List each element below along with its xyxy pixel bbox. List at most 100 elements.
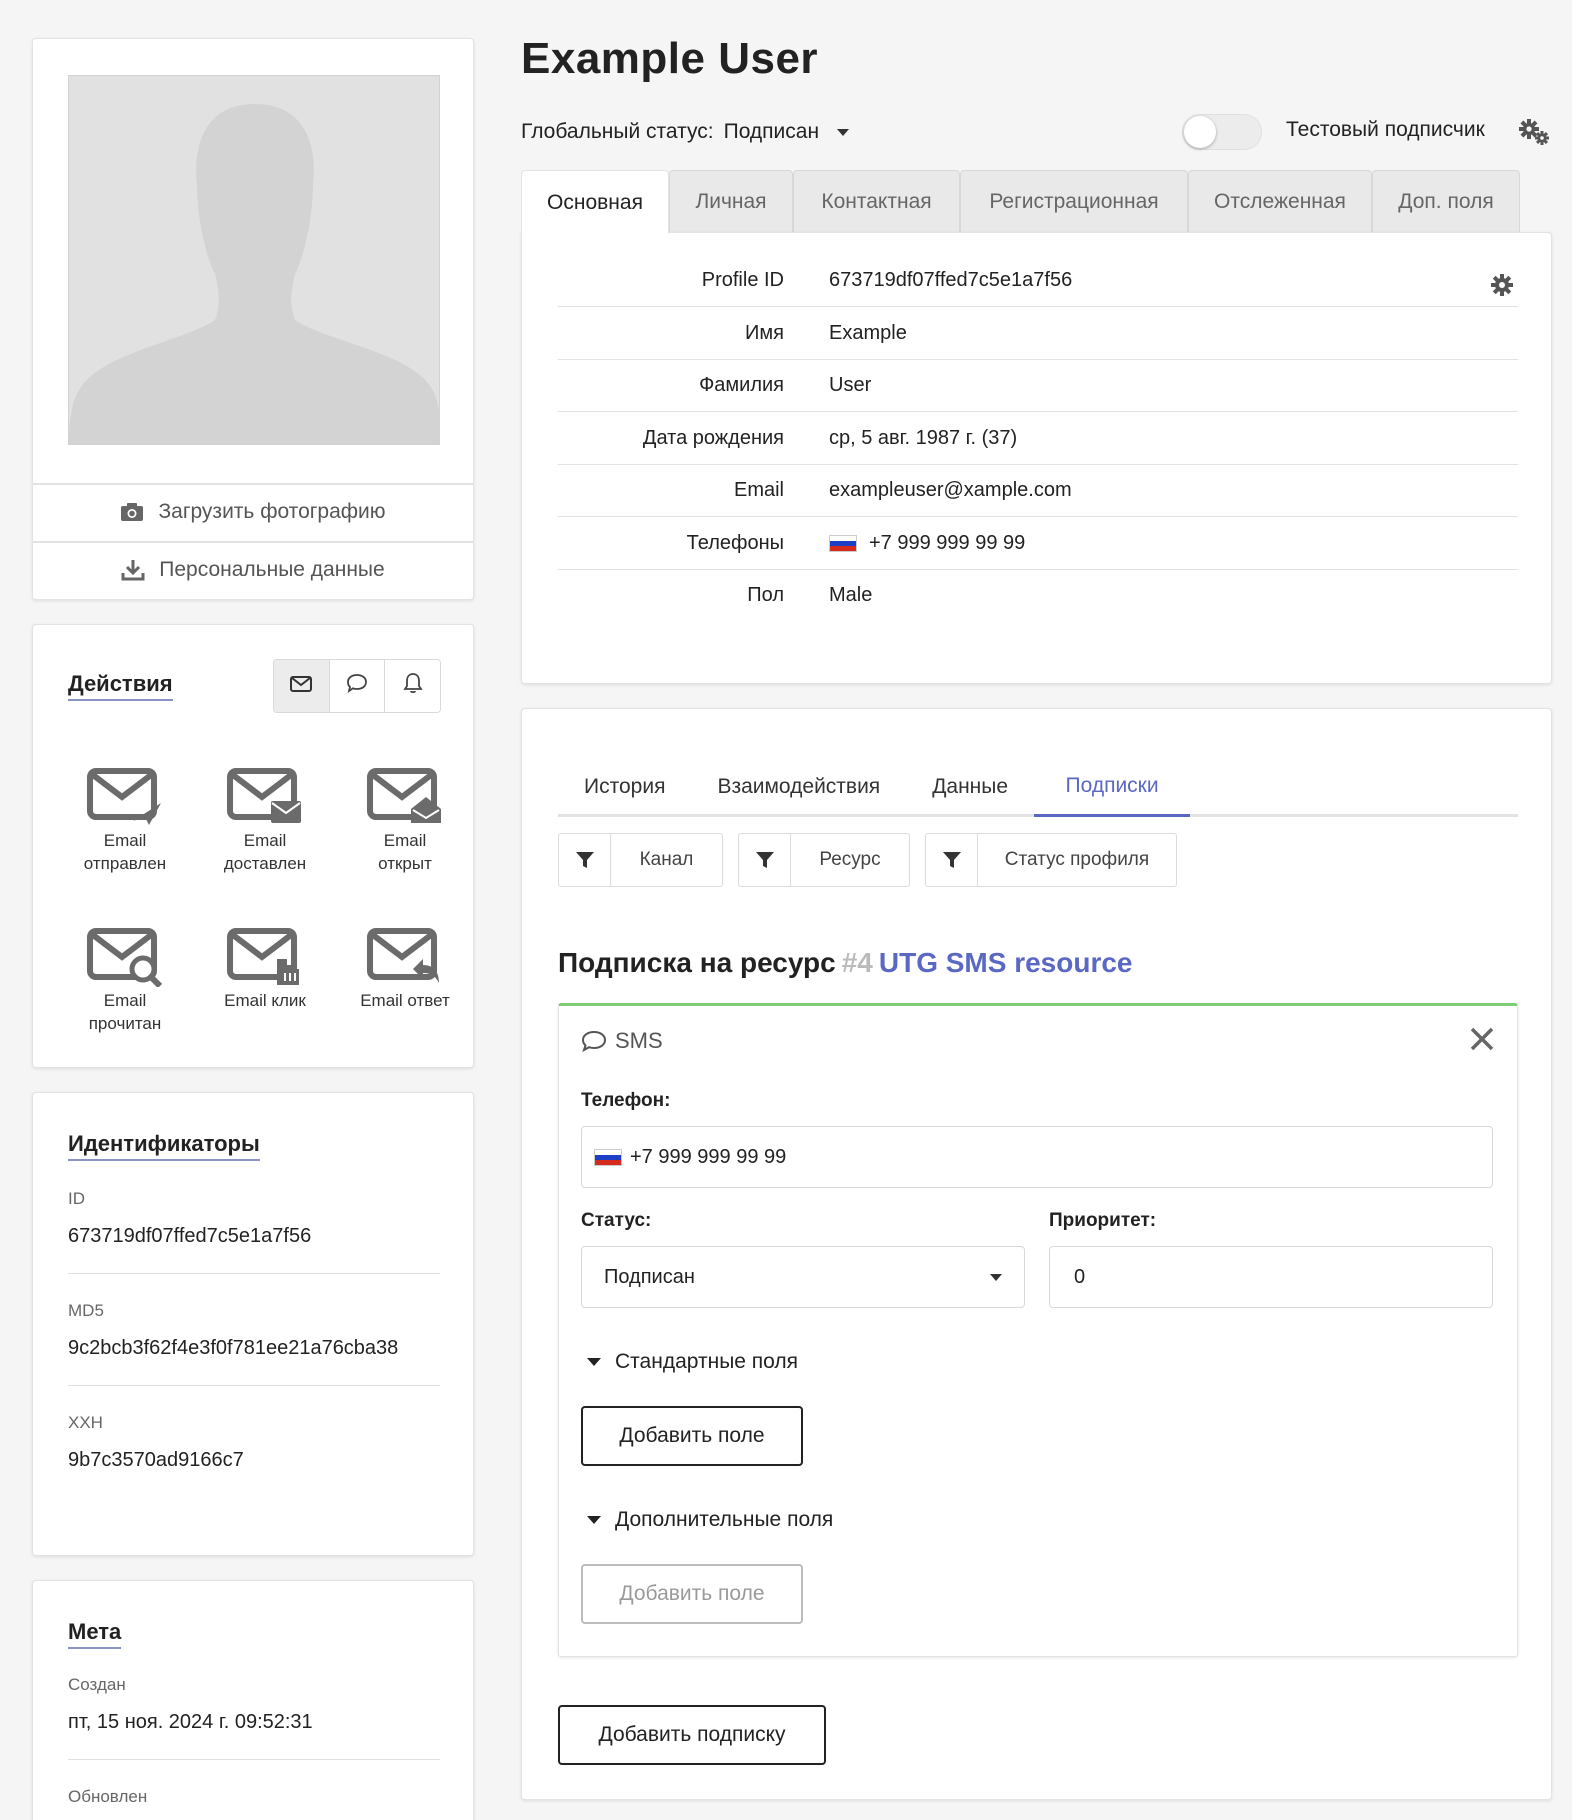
activity-card: История Взаимодействия Данные Подписки К… — [521, 708, 1552, 1800]
add-subscription-button[interactable]: Добавить подписку — [558, 1705, 826, 1765]
action-label-line1: Email — [103, 831, 147, 850]
action-label-line2: открыт — [378, 854, 432, 873]
tab-registration[interactable]: Регистрационная — [960, 170, 1188, 232]
close-icon[interactable] — [1467, 1024, 1497, 1054]
action-email-read[interactable]: Email прочитан — [55, 925, 195, 1035]
chevron-down-icon — [837, 128, 850, 136]
standard-fields-toggle[interactable]: Стандартные поля — [587, 1350, 798, 1374]
actions-channel-switch — [273, 659, 441, 713]
profile-row: Пол Male — [558, 570, 1518, 622]
tab-history[interactable]: История — [558, 757, 691, 817]
sms-subscription-panel: SMS Телефон: +7 999 999 99 99 Статус: По… — [558, 1003, 1518, 1657]
md5-label: MD5 — [68, 1301, 104, 1320]
activity-tabs: История Взаимодействия Данные Подписки — [558, 757, 1518, 817]
sms-panel-title: SMS — [581, 1028, 663, 1054]
field-label: Дата рождения — [642, 427, 784, 449]
priority-label: Приоритет: — [1049, 1210, 1157, 1231]
meta-card: Мета Создан пт, 15 ноя. 2024 г. 09:52:31… — [32, 1580, 474, 1820]
gears-icon[interactable] — [1518, 118, 1550, 152]
field-label: Пол — [747, 584, 784, 606]
download-icon — [121, 559, 145, 581]
filter-icon — [926, 834, 978, 886]
field-value: Example — [829, 322, 907, 344]
subscription-heading: Подписка на ресурс #4 UTG SMS resource — [558, 947, 1133, 979]
status-select-value: Подписан — [604, 1265, 695, 1288]
extra-fields-label: Дополнительные поля — [615, 1508, 834, 1531]
id-value: 673719df07ffed7c5e1a7f56 — [68, 1225, 312, 1247]
action-label-line1: Email — [103, 991, 147, 1010]
filter-label: Ресурс — [819, 849, 881, 870]
status-select[interactable]: Подписан — [581, 1246, 1025, 1308]
email-sent-icon — [87, 765, 163, 827]
id-label: ID — [68, 1189, 85, 1208]
action-label-line2: отправлен — [83, 854, 167, 873]
resource-filter[interactable]: Ресурс — [738, 833, 910, 887]
action-label-line1: Email ответ — [360, 991, 450, 1010]
divider — [68, 1273, 440, 1274]
field-label: Фамилия — [699, 374, 784, 396]
created-label: Создан — [68, 1675, 126, 1694]
tab-extra-fields[interactable]: Доп. поля — [1372, 170, 1520, 232]
add-standard-field-button[interactable]: Добавить поле — [581, 1406, 803, 1466]
global-status-value: Подписан — [723, 120, 820, 143]
action-email-reply[interactable]: Email ответ — [335, 925, 475, 1012]
created-value: пт, 15 ноя. 2024 г. 09:52:31 — [68, 1711, 313, 1733]
tab-personal[interactable]: Личная — [669, 170, 793, 232]
email-read-icon — [87, 925, 163, 989]
standard-fields-label: Стандартные поля — [615, 1350, 799, 1373]
push-channel-button[interactable] — [385, 660, 440, 712]
action-email-opened[interactable]: Email открыт — [335, 765, 475, 875]
tab-tracked[interactable]: Отслеженная — [1188, 170, 1372, 232]
caret-down-icon — [587, 1516, 601, 1524]
tab-interactions[interactable]: Взаимодействия — [691, 757, 906, 817]
action-email-delivered[interactable]: Email доставлен — [195, 765, 335, 875]
profile-row: Дата рождения ср, 5 авг. 1987 г. (37) — [558, 413, 1518, 465]
xxh-value: 9b7c3570ad9166c7 — [68, 1449, 244, 1471]
toggle-knob — [1184, 116, 1216, 148]
tab-subscriptions[interactable]: Подписки — [1034, 757, 1191, 817]
test-subscriber-toggle[interactable] — [1182, 114, 1262, 150]
email-delivered-icon — [227, 765, 303, 827]
field-value: +7 999 999 99 99 — [869, 532, 1026, 554]
action-label-line1: Email клик — [224, 991, 306, 1010]
phone-value: +7 999 999 99 99 — [829, 532, 1025, 555]
profile-info-card: Profile ID 673719df07ffed7c5e1a7f56 Имя … — [521, 232, 1552, 684]
action-label-line2: прочитан — [88, 1014, 162, 1033]
action-email-click[interactable]: Email клик — [195, 925, 335, 1012]
add-extra-field-button[interactable]: Добавить поле — [581, 1564, 803, 1624]
profile-status-filter[interactable]: Статус профиля — [925, 833, 1177, 887]
extra-fields-toggle[interactable]: Дополнительные поля — [587, 1508, 833, 1532]
field-value: exampleuser@xample.com — [829, 479, 1072, 501]
filter-label: Канал — [639, 849, 694, 870]
upload-photo-button[interactable]: Загрузить фотографию — [33, 483, 473, 539]
action-label-line1: Email — [243, 831, 287, 850]
channel-filter[interactable]: Канал — [558, 833, 723, 887]
action-email-sent[interactable]: Email отправлен — [55, 765, 195, 875]
actions-card: Действия Email отправлен Email доставлен — [32, 624, 474, 1068]
global-status-dropdown[interactable]: Глобальный статус: Подписан — [521, 120, 850, 144]
phone-input[interactable]: +7 999 999 99 99 — [581, 1126, 1493, 1188]
tab-main[interactable]: Основная — [521, 170, 669, 234]
chat-bubble-icon — [581, 1030, 607, 1052]
camera-icon — [120, 502, 144, 522]
global-status-label: Глобальный статус: — [521, 120, 714, 143]
tab-contact[interactable]: Контактная — [793, 170, 960, 232]
priority-input-value: 0 — [1074, 1265, 1086, 1288]
personal-data-button[interactable]: Персональные данные — [33, 541, 473, 597]
resource-number: #4 — [841, 947, 873, 978]
filter-label: Статус профиля — [1004, 849, 1150, 870]
phone-input-value: +7 999 999 99 99 — [630, 1145, 787, 1168]
channel-label: SMS — [615, 1028, 663, 1053]
priority-input[interactable]: 0 — [1049, 1246, 1493, 1308]
subscription-heading-text: Подписка на ресурс — [558, 947, 836, 978]
sms-channel-button[interactable] — [329, 660, 386, 712]
resource-link[interactable]: UTG SMS resource — [879, 947, 1133, 978]
photo-card: Загрузить фотографию Персональные данные — [32, 38, 474, 600]
email-channel-button[interactable] — [274, 660, 330, 712]
bell-icon — [402, 672, 423, 700]
tab-data[interactable]: Данные — [906, 757, 1034, 817]
personal-data-label: Персональные данные — [159, 558, 385, 581]
profile-row: Profile ID 673719df07ffed7c5e1a7f56 — [558, 255, 1518, 307]
action-label-line2: доставлен — [223, 854, 307, 873]
status-label: Статус: — [581, 1210, 652, 1231]
